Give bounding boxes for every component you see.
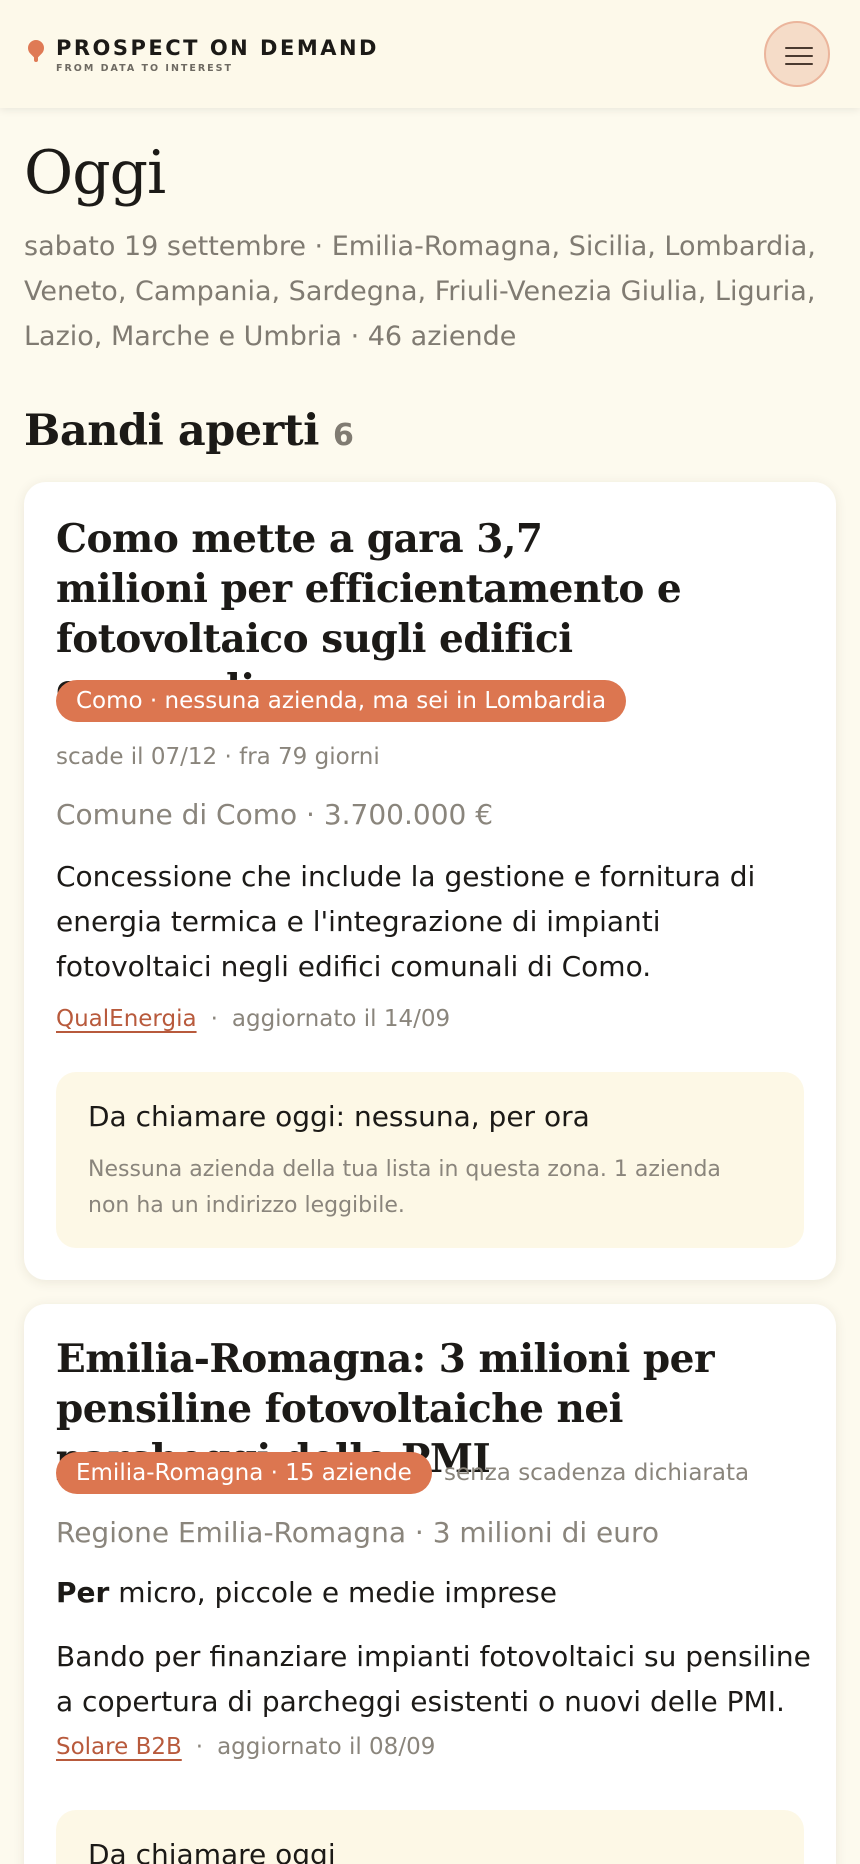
section-count: 6 xyxy=(332,418,354,453)
top-bar: PROSPECT ON DEMAND FROM DATA TO INTEREST xyxy=(0,0,860,108)
updated-date: aggiornato il 14/09 xyxy=(231,1006,451,1032)
audience-prefix: Per xyxy=(56,1576,110,1609)
tender-card[interactable]: Emilia-Romagna: 3 milioni per pensiline … xyxy=(24,1304,836,1864)
deadline-text: scade il 07/12 · fra 79 giorni xyxy=(56,744,380,770)
brand-tagline: FROM DATA TO INTEREST xyxy=(56,63,233,74)
page-title: Oggi xyxy=(24,138,166,208)
audience-value: micro, piccole e medie imprese xyxy=(118,1576,557,1609)
source-row: Solare B2B · aggiornato il 08/09 xyxy=(56,1734,435,1760)
call-today-note: Nessuna azienda della tua lista in quest… xyxy=(88,1157,721,1218)
tender-card[interactable]: Como mette a gara 3,7 milioni per effici… xyxy=(24,482,836,1280)
page-subtitle: sabato 19 settembre · Emilia-Romagna, Si… xyxy=(24,231,816,352)
issuer-amount: Comune di Como · 3.700.000 € xyxy=(56,798,494,831)
updated-date: aggiornato il 08/09 xyxy=(217,1734,436,1760)
tender-description: Concessione che include la gestione e fo… xyxy=(56,860,756,983)
pin-icon-tail xyxy=(34,54,38,62)
location-badge: Como · nessuna azienda, ma sei in Lombar… xyxy=(56,680,627,722)
separator-dot: · xyxy=(195,1734,204,1760)
deadline-text: senza scadenza dichiarata xyxy=(444,1460,750,1486)
call-today-box: Da chiamare oggi: nessuna, per ora Nessu… xyxy=(56,1072,804,1248)
menu-button[interactable] xyxy=(764,21,830,87)
source-link[interactable]: QualEnergia xyxy=(56,1006,197,1032)
brand-name: PROSPECT ON DEMAND xyxy=(56,36,379,60)
separator-dot: · xyxy=(210,1006,218,1032)
issuer-amount: Regione Emilia-Romagna · 3 milioni di eu… xyxy=(56,1516,660,1549)
section-title: Bandi aperti xyxy=(24,406,319,456)
call-today-box: Da chiamare oggi xyxy=(56,1810,804,1864)
call-today-title: Da chiamare oggi: nessuna, per ora xyxy=(88,1100,590,1133)
source-link[interactable]: Solare B2B xyxy=(56,1734,182,1760)
tender-description: Bando per finanziare impianti fotovoltai… xyxy=(56,1640,811,1718)
location-badge: Emilia-Romagna · 15 aziende xyxy=(56,1452,432,1494)
section-heading: Bandi aperti 6 xyxy=(24,406,354,456)
audience-text: Per micro, piccole e medie imprese xyxy=(56,1576,557,1609)
call-today-title: Da chiamare oggi xyxy=(88,1838,336,1864)
source-row: QualEnergia · aggiornato il 14/09 xyxy=(56,1006,450,1032)
hamburger-menu-icon xyxy=(785,47,813,49)
